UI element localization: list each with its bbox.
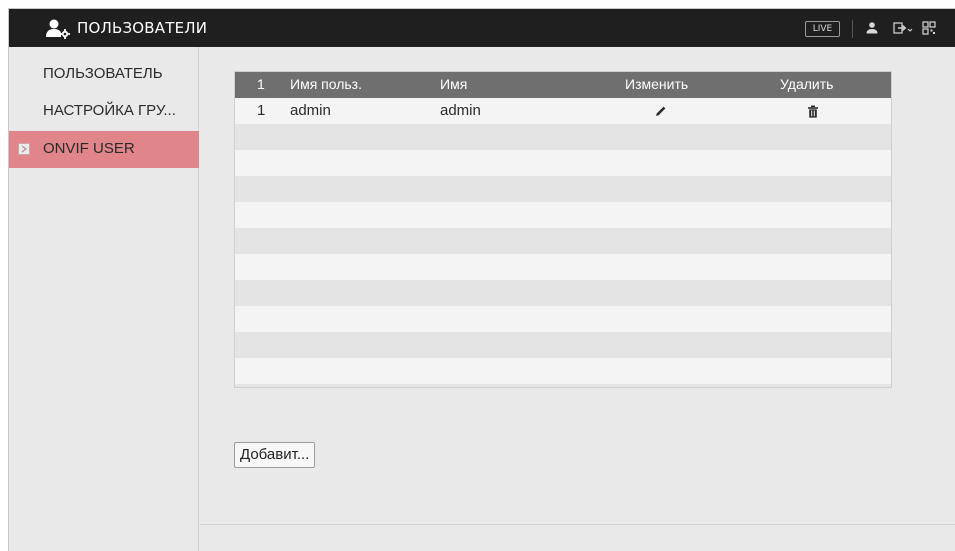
users-settings-icon — [46, 19, 70, 39]
column-header-username: Имя польз. — [290, 76, 362, 92]
user-icon[interactable] — [865, 21, 879, 35]
table-row — [235, 202, 891, 228]
top-bar: ПОЛЬЗОВАТЕЛИ LIVE — [9, 9, 955, 47]
table-row[interactable]: 1 admin admin — [235, 98, 891, 124]
table-row — [235, 176, 891, 202]
sidebar-item-onvif-user[interactable]: ONVIF USER — [9, 131, 199, 168]
app-window: ПОЛЬЗОВАТЕЛИ LIVE ПОЛЬЗОВАТЕЛЬ НАСТРОЙКА… — [8, 8, 955, 551]
main-content: 1 Имя польз. Имя Изменить Удалить 1 admi… — [200, 47, 955, 551]
column-header-index: 1 — [257, 76, 265, 92]
table-row — [235, 280, 891, 306]
qr-code-icon[interactable] — [922, 21, 936, 35]
table-row — [235, 332, 891, 358]
trash-icon[interactable] — [806, 105, 820, 118]
page-title: ПОЛЬЗОВАТЕЛИ — [77, 19, 208, 37]
sidebar-item-label: ONVIF USER — [43, 140, 135, 157]
row-index: 1 — [257, 102, 266, 119]
table-row — [235, 150, 891, 176]
table-row — [235, 358, 891, 384]
sidebar-item-label: ПОЛЬЗОВАТЕЛЬ — [43, 65, 163, 82]
logout-icon[interactable] — [893, 21, 913, 35]
pencil-icon[interactable] — [654, 105, 668, 118]
column-header-edit: Изменить — [625, 76, 689, 92]
sidebar: ПОЛЬЗОВАТЕЛЬ НАСТРОЙКА ГРУ... ONVIF USER — [9, 47, 199, 551]
table-row — [235, 228, 891, 254]
row-username: admin — [290, 102, 331, 119]
live-button[interactable]: LIVE — [805, 21, 840, 37]
sidebar-item-user[interactable]: ПОЛЬЗОВАТЕЛЬ — [9, 56, 199, 93]
topbar-divider — [852, 20, 853, 38]
row-name: admin — [440, 102, 481, 119]
sidebar-item-label: НАСТРОЙКА ГРУ... — [43, 102, 176, 119]
table-header: 1 Имя польз. Имя Изменить Удалить — [235, 72, 891, 98]
sidebar-item-group-settings[interactable]: НАСТРОЙКА ГРУ... — [9, 93, 199, 130]
table-row — [235, 306, 891, 332]
column-header-delete: Удалить — [780, 76, 834, 92]
add-button[interactable]: Добавит... — [234, 442, 316, 468]
divider — [200, 524, 955, 525]
table-row — [235, 124, 891, 150]
column-header-name: Имя — [440, 76, 468, 92]
table-row — [235, 254, 891, 280]
chevron-right-icon — [18, 143, 30, 155]
onvif-users-table: 1 Имя польз. Имя Изменить Удалить 1 admi… — [234, 71, 892, 388]
